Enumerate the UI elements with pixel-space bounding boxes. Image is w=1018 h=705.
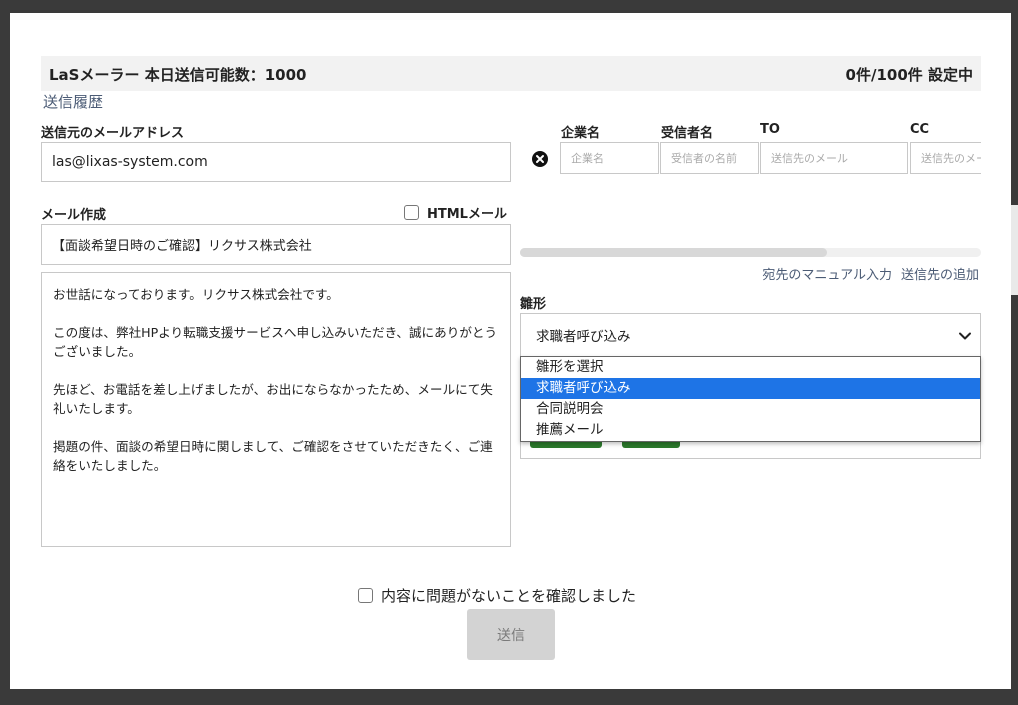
add-recipient-link[interactable]: 送信先の追加 xyxy=(901,264,979,283)
column-recipient: 受信者名 xyxy=(661,126,714,141)
company-name-input[interactable]: 企業名 xyxy=(560,142,659,174)
backdrop-strip-right xyxy=(1011,205,1018,295)
mail-modal: LaSメーラー 本日送信可能数：1000 0件/100件 設定中 送信履歴 送信… xyxy=(10,13,1011,689)
column-to: TO xyxy=(760,122,780,137)
template-option[interactable]: 合同説明会 xyxy=(521,399,980,420)
template-option[interactable]: 雛形を選択 xyxy=(521,357,980,378)
to-email-input[interactable]: 送信先のメール xyxy=(760,142,908,174)
template-select[interactable]: 求職者呼び込み xyxy=(520,313,981,357)
confirm-row[interactable]: 内容に問題がないことを確認しました xyxy=(358,585,636,606)
sender-label: 送信元のメールアドレス xyxy=(41,126,185,141)
column-cc: CC xyxy=(910,122,930,137)
template-option[interactable]: 推薦メール xyxy=(521,420,980,441)
subject-input[interactable] xyxy=(41,224,511,265)
recipients-scrollbar[interactable] xyxy=(520,248,981,257)
app-title: LaSメーラー 本日送信可能数：1000 xyxy=(49,66,307,84)
manual-input-link[interactable]: 宛先のマニュアル入力 xyxy=(762,264,892,283)
template-option-highlighted[interactable]: 求職者呼び込み xyxy=(521,378,980,399)
send-button[interactable]: 送信 xyxy=(467,609,555,660)
mail-body-textarea[interactable]: お世話になっております。リクサス株式会社です。 この度は、弊社HPより転職支援サ… xyxy=(41,272,511,547)
remove-row-icon[interactable] xyxy=(532,151,548,167)
cc-email-input[interactable]: 送信先のメー xyxy=(910,142,981,174)
confirm-label: 内容に問題がないことを確認しました xyxy=(381,587,637,605)
recipient-links: 宛先のマニュアル入力 送信先の追加 xyxy=(762,264,979,283)
sender-email-input[interactable] xyxy=(41,142,511,182)
template-label: 雛形 xyxy=(520,297,547,312)
chevron-down-icon xyxy=(959,332,971,340)
send-history-link[interactable]: 送信履歴 xyxy=(43,91,103,112)
recipient-name-input[interactable]: 受信者の名前 xyxy=(660,142,759,174)
column-company: 企業名 xyxy=(561,126,601,141)
html-mail-label: HTMLメール xyxy=(427,207,507,222)
recipients-scrollbar-thumb[interactable] xyxy=(520,248,827,257)
template-selected-value: 求職者呼び込み xyxy=(536,329,631,345)
confirm-checkbox[interactable] xyxy=(358,588,373,603)
template-dropdown: 雛形を選択 求職者呼び込み 合同説明会 推薦メール xyxy=(520,356,981,442)
html-mail-toggle[interactable]: HTMLメール xyxy=(404,203,507,222)
compose-label: メール作成 xyxy=(41,208,107,223)
header-bar: LaSメーラー 本日送信可能数：1000 0件/100件 設定中 xyxy=(41,56,981,91)
send-status: 0件/100件 設定中 xyxy=(845,66,973,84)
html-mail-checkbox[interactable] xyxy=(404,205,419,220)
